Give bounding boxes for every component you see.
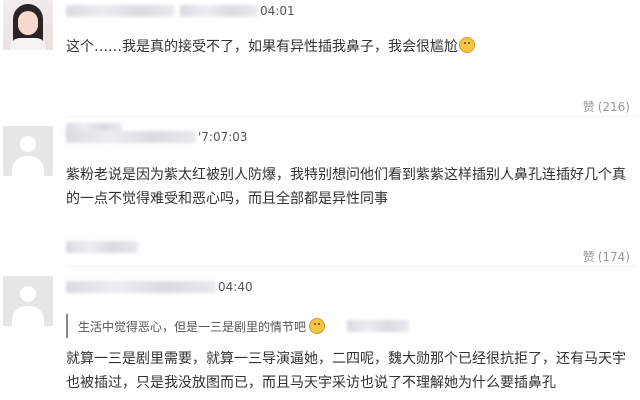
divider — [66, 266, 636, 267]
comment-text-line: 紫粉老说是因为紫太红被别人防爆，我特别想问他们看到紫紫这样插别人鼻孔连插好几个真 — [66, 167, 626, 183]
blurred-username — [66, 5, 174, 17]
like-button[interactable]: 赞 (174) — [583, 248, 630, 265]
like-count: (216) — [597, 99, 630, 114]
comment-time: 04:40 — [218, 280, 253, 294]
blurred-date — [66, 281, 216, 293]
user-avatar[interactable] — [3, 276, 53, 326]
comment-meta — [66, 238, 138, 256]
comment-time: 04:01 — [260, 4, 295, 18]
like-label: 赞 — [582, 250, 595, 264]
comment-text-line: 的一点不觉得难受和恶心吗，而且全部都是异性同事 — [66, 191, 388, 207]
quoted-reply: 生活中觉得恶心，但是一三是剧里的情节吧 — [66, 314, 410, 338]
like-count: (174) — [597, 249, 630, 264]
blurred-username — [66, 241, 138, 253]
comment-time: '7:07:03 — [198, 130, 248, 144]
comment-text-line: 也被插过，只是我没放图而已，而且马天宇采访也说了不理解她为什么要插鼻孔 — [66, 375, 556, 391]
sad-face-icon — [459, 37, 475, 53]
divider — [66, 116, 636, 117]
like-button[interactable]: 赞 (216) — [583, 98, 630, 115]
user-avatar[interactable] — [3, 126, 53, 176]
quoted-text: 生活中觉得恶心，但是一三是剧里的情节吧 — [78, 319, 307, 334]
comment-meta: 04:01 — [66, 2, 295, 20]
smirk-face-icon — [309, 318, 326, 334]
blurred-date — [180, 5, 258, 17]
comment-text: 这个……我是真的接受不了，如果有异性插我鼻子，我会很尴尬 — [66, 34, 626, 60]
comment-meta: 04:40 — [66, 278, 253, 296]
blurred-username — [347, 320, 410, 332]
comment-text-line: 就算一三是剧里需要，就算一三导演逼她，二四呢，魏大勋那个已经很抗拒了，还有马天宇 — [66, 351, 626, 367]
like-label: 赞 — [582, 100, 595, 114]
blurred-date — [66, 131, 196, 143]
comment-meta: '7:07:03 — [66, 128, 248, 146]
user-avatar[interactable] — [3, 0, 53, 50]
